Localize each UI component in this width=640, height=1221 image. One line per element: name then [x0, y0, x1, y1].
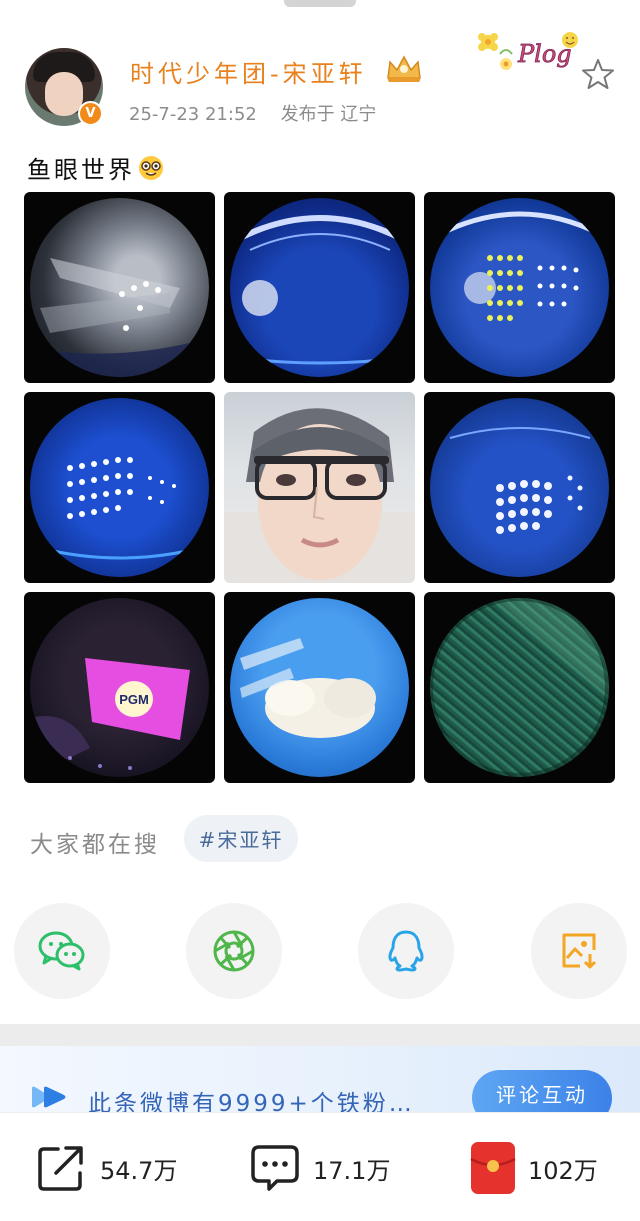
fisheye-yellow-light-wall-image — [430, 198, 609, 377]
post-location: 发布于 辽宁 — [280, 104, 377, 125]
fisheye-stage-smoke-image — [30, 198, 209, 377]
photo-2[interactable] — [224, 192, 415, 383]
photo-6[interactable] — [424, 392, 615, 583]
author-name[interactable]: 时代少年团-宋亚轩 — [130, 54, 367, 89]
share-wechat-button[interactable] — [14, 903, 110, 999]
save-image-button[interactable] — [531, 903, 627, 999]
fans-banner[interactable]: 此条微博有9999+个铁粉… 评论互动 — [0, 1046, 640, 1114]
photo-5[interactable] — [224, 392, 415, 583]
repost-action[interactable]: 54.7万 — [36, 1141, 177, 1195]
selfie-portrait-image — [224, 392, 415, 583]
plog-sticker-icon: Plog — [478, 32, 578, 70]
fisheye-blue-light-wall-image — [30, 398, 209, 577]
comment-interact-button[interactable]: 评论互动 — [472, 1070, 612, 1114]
wechat-icon — [38, 931, 85, 971]
svg-text:PGM: PGM — [119, 692, 149, 707]
nerd-face-emoji-icon — [139, 155, 163, 180]
fans-banner-text: 此条微博有9999+个铁粉… — [88, 1091, 415, 1114]
post-timestamp: 25-7-23 21:52 — [129, 104, 257, 125]
comment-action[interactable]: 17.1万 — [249, 1141, 390, 1195]
like-count: 102万 — [528, 1156, 598, 1185]
search-label: 大家都在搜 — [30, 832, 160, 858]
qq-icon — [388, 930, 424, 972]
red-envelope-like-icon — [470, 1142, 516, 1194]
drag-handle[interactable] — [284, 0, 356, 7]
search-tag-button[interactable]: #宋亚轩 — [184, 815, 298, 862]
fisheye-sky-cloud-image — [230, 598, 409, 777]
photo-9[interactable] — [424, 592, 615, 783]
bottom-action-bar: 54.7万 17.1万 102万 — [0, 1112, 640, 1221]
repost-share-icon — [38, 1146, 83, 1191]
save-image-icon — [562, 933, 597, 969]
photo-1[interactable] — [24, 192, 215, 383]
like-action[interactable]: 102万 — [470, 1141, 598, 1195]
fisheye-pgm-screen-image: PGM — [30, 598, 209, 777]
moments-icon — [213, 930, 255, 972]
crown-badge-icon — [387, 55, 421, 82]
repost-count: 54.7万 — [100, 1156, 178, 1185]
photo-8[interactable] — [224, 592, 415, 783]
fisheye-grass-image — [430, 598, 609, 777]
photo-4[interactable] — [24, 392, 215, 583]
fans-double-arrow-icon — [32, 1086, 66, 1108]
fisheye-blue-arena-image — [230, 198, 409, 377]
share-moments-button[interactable] — [186, 903, 282, 999]
post-text-content: 鱼眼世界 — [27, 156, 135, 184]
fisheye-light-grid-image — [430, 398, 609, 577]
post-text: 鱼眼世界 — [27, 150, 165, 185]
star-favorite-icon[interactable] — [581, 57, 615, 91]
section-divider — [0, 1024, 640, 1046]
photo-3[interactable] — [424, 192, 615, 383]
post-meta: 25-7-23 21:52 发布于 辽宁 — [129, 100, 394, 126]
share-qq-button[interactable] — [358, 903, 454, 999]
comment-icon — [251, 1145, 299, 1191]
comment-count: 17.1万 — [313, 1156, 391, 1185]
verified-badge-icon: V — [78, 101, 103, 126]
photo-7[interactable]: PGM — [24, 592, 215, 783]
